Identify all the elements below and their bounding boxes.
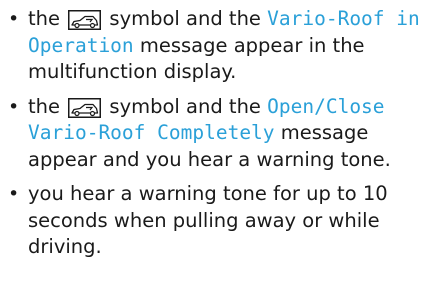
item-text: you hear a warning tone for up to 10 sec…	[28, 182, 388, 258]
bullet-icon: •	[8, 8, 20, 30]
item-text-middle: symbol and the	[109, 7, 261, 30]
bullet-list: • the symbol and the Vario-Roof in Opera…	[8, 6, 440, 269]
bullet-icon: •	[8, 183, 20, 205]
item-text-middle: symbol and the	[109, 94, 261, 118]
convertible-roof-icon	[68, 10, 102, 30]
list-item: • the symbol and the Vario-Roof in Opera…	[8, 6, 440, 86]
list-item: • the symbol and the Open/Close Vario-Ro…	[8, 94, 440, 174]
bullet-icon: •	[8, 95, 20, 118]
list-item: • you hear a warning tone for up to 10 s…	[8, 181, 440, 261]
item-text-prefix: the	[28, 7, 61, 30]
item-text-prefix: the	[28, 94, 61, 118]
convertible-roof-icon	[68, 97, 102, 118]
